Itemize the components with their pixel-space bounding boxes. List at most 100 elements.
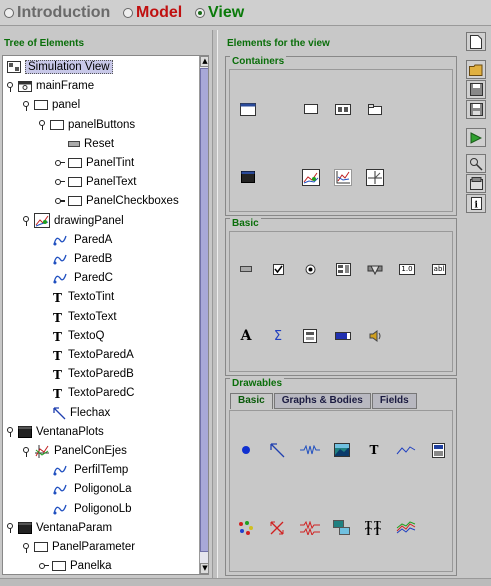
sound-tool[interactable] <box>365 327 385 345</box>
drawing-panel-tool[interactable] <box>301 168 321 186</box>
tree-expander-key-icon[interactable] <box>7 427 14 438</box>
tree-expander-key-icon[interactable] <box>55 197 65 205</box>
tabbed-panel-tool[interactable] <box>365 100 385 118</box>
tree-item-paneltext[interactable]: PanelText <box>55 173 137 191</box>
scroll-up-arrow-icon[interactable]: ▲ <box>200 56 208 67</box>
text-drawable-tool[interactable]: T <box>364 441 384 459</box>
tab-model[interactable]: Model <box>123 4 182 22</box>
frame-tool[interactable] <box>238 100 258 118</box>
axes-panel-tool[interactable] <box>365 168 385 186</box>
drawing-panel-icon <box>302 168 320 186</box>
tree-expander-key-icon[interactable] <box>39 120 46 131</box>
tree-expander-key-icon[interactable] <box>23 446 30 457</box>
drawing-panel-icon <box>34 213 50 229</box>
scroll-thumb[interactable] <box>200 68 208 552</box>
number-field-tool[interactable]: 1.0 <box>397 260 417 278</box>
tab-view[interactable]: View <box>195 4 244 22</box>
new-file-button[interactable] <box>466 32 486 51</box>
plotting-panel-tool[interactable] <box>333 168 353 186</box>
progress-bar-tool[interactable] <box>333 327 353 345</box>
info-button[interactable]: i <box>466 194 486 213</box>
search-button[interactable] <box>466 154 486 173</box>
tree-item-paredb[interactable]: ParedB <box>39 250 112 268</box>
spring-set-tool[interactable] <box>300 519 320 537</box>
tree-expander-key-icon[interactable] <box>39 562 49 570</box>
tab-introduction-label: Introduction <box>17 4 111 21</box>
tree-item-poligonolb[interactable]: PoligonoLb <box>39 500 132 518</box>
tree-item-panelka[interactable]: Panelka <box>39 557 112 574</box>
tree-item-textopareda[interactable]: T TextoParedA <box>39 346 134 364</box>
tree-item-ventanaplots[interactable]: VentanaPlots <box>7 423 104 441</box>
tree-item-panelconejes[interactable]: PanelConEjes <box>23 442 127 460</box>
checkbox-tool[interactable] <box>268 260 288 278</box>
open-button[interactable] <box>466 60 486 79</box>
radio-button-tool[interactable] <box>300 260 320 278</box>
text-area-tool[interactable] <box>300 327 320 345</box>
tree-item-paneltint[interactable]: PanelTint <box>55 154 134 172</box>
button-tool[interactable] <box>236 260 256 278</box>
element-tree[interactable]: Simulation View mainFrame panel panelButton… <box>2 55 209 575</box>
run-button[interactable] <box>466 128 486 147</box>
tree-expander-key-icon[interactable] <box>7 81 14 92</box>
tab-introduction[interactable]: Introduction <box>4 4 110 22</box>
tree-expander-key-icon[interactable] <box>7 523 14 534</box>
number-field-icon: 1.0 <box>399 263 415 275</box>
dialog-tool[interactable] <box>238 168 258 186</box>
trace-set-tool[interactable] <box>396 519 416 537</box>
tree-vertical-scrollbar[interactable]: ▲ ▼ <box>199 56 208 574</box>
radio-introduction[interactable] <box>4 8 14 18</box>
tree-item-simulation-view[interactable]: Simulation View <box>7 58 113 76</box>
parsed-field-tool[interactable]: Σ <box>268 327 288 345</box>
save-icon <box>469 83 483 96</box>
drawables-tab-basic[interactable]: Basic <box>230 393 273 409</box>
tree-item-pareda[interactable]: ParedA <box>39 231 112 249</box>
tree-item-textoparedb[interactable]: T TextoParedB <box>39 365 134 383</box>
split-pane-divider[interactable] <box>212 30 218 578</box>
trace-tool[interactable] <box>396 441 416 459</box>
tree-item-reset[interactable]: Reset <box>55 135 114 153</box>
particle-tool[interactable] <box>236 441 256 459</box>
tree-item-panelbuttons[interactable]: panelButtons <box>39 116 135 134</box>
radio-model[interactable] <box>123 8 133 18</box>
arrow-tool[interactable] <box>267 441 287 459</box>
panel-tool[interactable] <box>301 100 321 118</box>
image-set-tool[interactable] <box>332 519 352 537</box>
save-button[interactable] <box>466 80 486 99</box>
drawing-file-tool[interactable] <box>428 441 448 459</box>
options-button[interactable] <box>466 174 486 193</box>
image-tool[interactable] <box>332 441 352 459</box>
particle-set-tool[interactable] <box>236 519 256 537</box>
tree-expander-key-icon[interactable] <box>55 159 65 167</box>
tree-expander-key-icon[interactable] <box>23 100 30 111</box>
text-field-tool[interactable]: abl <box>429 260 449 278</box>
spring-tool[interactable] <box>300 441 320 459</box>
combo-box-tool[interactable] <box>333 260 353 278</box>
arrow-set-tool[interactable] <box>267 519 287 537</box>
tree-item-flechax[interactable]: Flechax <box>39 404 110 422</box>
tree-item-textoparedc[interactable]: T TextoParedC <box>39 384 134 402</box>
tree-item-panel[interactable]: panel <box>23 96 80 114</box>
drawables-tab-graphs-bodies[interactable]: Graphs & Bodies <box>273 393 371 409</box>
tree-item-paredc[interactable]: ParedC <box>39 269 113 287</box>
text-set-tool[interactable]: TTTT <box>364 519 384 537</box>
split-panel-tool[interactable] <box>333 100 353 118</box>
label-tool[interactable]: A <box>236 327 256 345</box>
tree-expander-key-icon[interactable] <box>23 216 30 227</box>
tree-item-panelparameter[interactable]: PanelParameter <box>23 538 135 556</box>
tree-expander-key-icon[interactable] <box>23 542 30 553</box>
tree-item-ventanaparam[interactable]: VentanaParam <box>7 519 112 537</box>
tree-item-textotext[interactable]: T TextoText <box>39 308 117 326</box>
tree-expander-key-icon[interactable] <box>55 178 65 186</box>
save-as-button[interactable] <box>466 100 486 119</box>
tree-item-poligonola[interactable]: PoligonoLa <box>39 480 132 498</box>
drawables-tab-fields[interactable]: Fields <box>371 393 417 409</box>
tree-item-perfiltemp[interactable]: PerfilTemp <box>39 461 128 479</box>
scroll-down-arrow-icon[interactable]: ▼ <box>200 563 208 574</box>
tree-item-panelcheckboxes[interactable]: PanelCheckboxes <box>55 192 179 210</box>
tree-item-drawingpanel[interactable]: drawingPanel <box>23 212 124 230</box>
tree-item-textoq[interactable]: T TextoQ <box>39 327 104 345</box>
tree-item-mainframe[interactable]: mainFrame <box>7 77 94 95</box>
radio-view[interactable] <box>195 8 205 18</box>
tree-item-textotint[interactable]: T TextoTint <box>39 288 114 306</box>
slider-tool[interactable] <box>365 260 385 278</box>
